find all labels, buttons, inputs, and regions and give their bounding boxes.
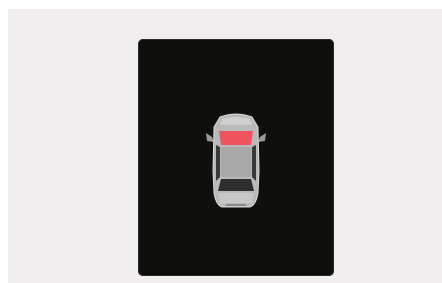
left-mirror-icon	[206, 133, 214, 142]
windshield-highlight	[219, 131, 253, 145]
car-roof	[221, 147, 251, 177]
car-trunk	[218, 193, 254, 203]
display-screen	[138, 39, 334, 276]
rear-bumper	[226, 204, 246, 206]
rear-window	[218, 179, 254, 191]
left-side-windows	[216, 145, 220, 181]
light-panel-background	[8, 9, 442, 283]
car-top-view-icon	[206, 111, 266, 211]
right-side-windows	[252, 145, 256, 181]
right-mirror-icon	[258, 133, 266, 142]
